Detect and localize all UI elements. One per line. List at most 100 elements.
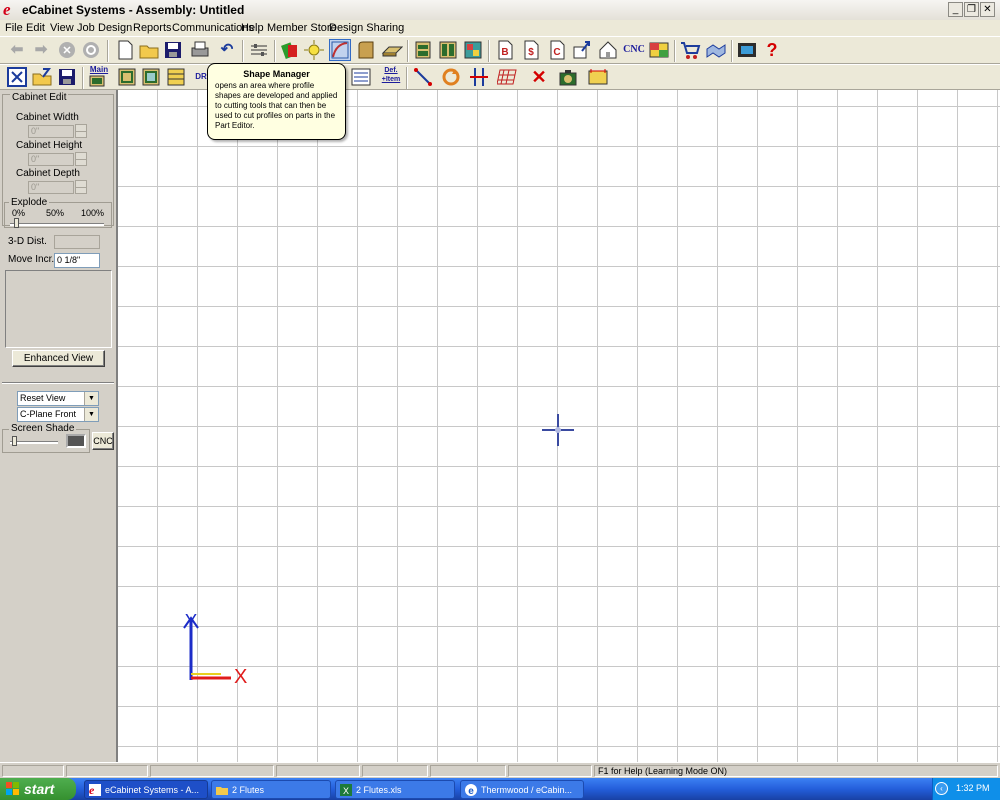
- task-2-flutes-folder[interactable]: 2 Flutes: [211, 780, 331, 799]
- cnc-toolbar-button[interactable]: CNC: [621, 39, 647, 61]
- open-folder-icon[interactable]: [138, 39, 160, 61]
- tooltip-title: Shape Manager: [243, 69, 310, 79]
- explode-tick-50: 50%: [46, 208, 65, 218]
- save-cabinet-icon[interactable]: [56, 66, 78, 88]
- print-icon[interactable]: [189, 39, 211, 61]
- cabinet-depth-spinner[interactable]: [75, 180, 87, 194]
- undo-icon[interactable]: ↶: [216, 39, 238, 61]
- c-plane-select[interactable]: C-Plane Front ▼: [17, 407, 99, 422]
- rotate-tool-icon[interactable]: [440, 66, 462, 88]
- status-pane-6: [430, 765, 506, 777]
- 3d-dist-field[interactable]: [54, 235, 100, 249]
- cabinet-depth-field[interactable]: 0": [28, 181, 74, 194]
- app-icon: e: [3, 0, 11, 19]
- menu-member-store[interactable]: Member Store: [267, 22, 337, 34]
- cabinet-color-icon[interactable]: [279, 39, 301, 61]
- window-title: eCabinet Systems - Assembly: Untitled: [22, 3, 245, 17]
- screen-shade-thumb[interactable]: [12, 436, 17, 446]
- svg-text:$: $: [528, 47, 534, 58]
- status-pane-5: [362, 765, 428, 777]
- title-bar[interactable]: e eCabinet Systems - Assembly: Untitled …: [0, 0, 1000, 21]
- minimize-button[interactable]: _: [948, 2, 963, 17]
- base-cabinet-icon[interactable]: [116, 66, 138, 88]
- svg-text:C: C: [553, 47, 560, 58]
- camera-icon[interactable]: [557, 66, 579, 88]
- drawer-cabinet-icon[interactable]: [165, 66, 187, 88]
- menu-help[interactable]: Help: [241, 22, 264, 34]
- cabinet-height-spinner[interactable]: [75, 152, 87, 166]
- cabinet-height-field[interactable]: 0": [28, 153, 74, 166]
- shopping-cart-icon[interactable]: [679, 39, 701, 61]
- reset-view-select[interactable]: Reset View ▼: [17, 391, 99, 406]
- design-canvas[interactable]: Y X: [117, 90, 1000, 762]
- default-item-button[interactable]: Def. +Item: [378, 66, 404, 88]
- enhanced-view-button[interactable]: Enhanced View: [12, 350, 105, 367]
- stop-icon[interactable]: ✕: [56, 39, 78, 61]
- cabinet-width-spinner[interactable]: [75, 124, 87, 138]
- line-tool-icon[interactable]: [412, 66, 434, 88]
- layout-icon[interactable]: [648, 39, 670, 61]
- cnc-button[interactable]: CNC: [92, 432, 114, 450]
- bill-report-icon[interactable]: B: [494, 39, 516, 61]
- save-icon[interactable]: [162, 39, 184, 61]
- chevron-left-icon[interactable]: ‹: [935, 782, 948, 795]
- cut-report-icon[interactable]: C: [546, 39, 568, 61]
- close-button[interactable]: ✕: [980, 2, 995, 17]
- restore-button[interactable]: ❐: [964, 2, 979, 17]
- task-thermwood-browser[interactable]: e Thermwood / eCabin...: [460, 780, 584, 799]
- main-view-button[interactable]: Main: [87, 65, 111, 89]
- y-axis-label: Y: [185, 611, 198, 631]
- export-icon[interactable]: [571, 39, 593, 61]
- main-view-label: Main: [89, 65, 109, 74]
- shape-manager-icon[interactable]: [329, 39, 351, 61]
- home-icon[interactable]: [597, 39, 619, 61]
- cabinet-width-label: Cabinet Width: [16, 112, 79, 123]
- cabinet-width-field[interactable]: 0": [28, 125, 74, 138]
- measure-icon[interactable]: [587, 66, 609, 88]
- video-icon[interactable]: [736, 39, 758, 61]
- back-arrow-icon[interactable]: ⬅: [6, 39, 28, 61]
- material-library-icon[interactable]: [462, 39, 484, 61]
- forward-arrow-icon[interactable]: ➡: [30, 39, 52, 61]
- folder-icon: [216, 787, 228, 795]
- explode-tick-100: 100%: [81, 208, 105, 218]
- menu-view[interactable]: View: [50, 22, 74, 34]
- explode-slider-thumb[interactable]: [14, 218, 19, 228]
- move-incr-input[interactable]: 0 1/8": [54, 253, 100, 268]
- panel-stock-icon[interactable]: [381, 39, 403, 61]
- molding-icon[interactable]: [355, 39, 377, 61]
- menu-file[interactable]: File: [5, 22, 23, 34]
- delete-icon[interactable]: ✕: [528, 66, 550, 88]
- light-icon[interactable]: [303, 39, 325, 61]
- shade-color-swatch[interactable]: [66, 434, 86, 448]
- settings-sliders-icon[interactable]: [248, 39, 270, 61]
- menu-job[interactable]: Job: [77, 22, 95, 34]
- task-2-flutes-xls[interactable]: X 2 Flutes.xls: [335, 780, 455, 799]
- cabinet-library-icon[interactable]: [412, 39, 434, 61]
- align-tool-icon[interactable]: [468, 66, 490, 88]
- task-ecabinet[interactable]: e eCabinet Systems - A...: [84, 780, 208, 799]
- help-question-icon[interactable]: ?: [761, 39, 783, 61]
- menu-reports[interactable]: Reports: [133, 22, 172, 34]
- svg-text:B: B: [501, 47, 508, 58]
- excel-icon: X: [340, 784, 352, 796]
- status-pane-1: [2, 765, 64, 777]
- refresh-icon[interactable]: [80, 39, 102, 61]
- menu-design-sharing[interactable]: Design Sharing: [329, 22, 404, 34]
- taskbar: start e eCabinet Systems - A... 2 Flutes…: [0, 778, 1000, 800]
- tooltip-body: opens an area where profile shapes are d…: [215, 81, 338, 130]
- left-panel: Cabinet Edit Cabinet Width 0" Cabinet He…: [0, 90, 117, 762]
- handshake-icon[interactable]: [705, 39, 727, 61]
- door-library-icon[interactable]: [437, 39, 459, 61]
- start-button[interactable]: start: [0, 778, 76, 800]
- cost-report-icon[interactable]: $: [520, 39, 542, 61]
- grid-tool-icon[interactable]: [497, 66, 519, 88]
- browser-icon: e: [465, 784, 477, 796]
- menu-edit[interactable]: Edit: [26, 22, 45, 34]
- cabinet-edit-close-icon[interactable]: [6, 66, 28, 88]
- wall-cabinet-icon[interactable]: [140, 66, 162, 88]
- new-file-icon[interactable]: [114, 39, 136, 61]
- part-list-icon[interactable]: [350, 66, 372, 88]
- open-edit-folder-icon[interactable]: [31, 66, 53, 88]
- menu-design[interactable]: Design: [98, 22, 132, 34]
